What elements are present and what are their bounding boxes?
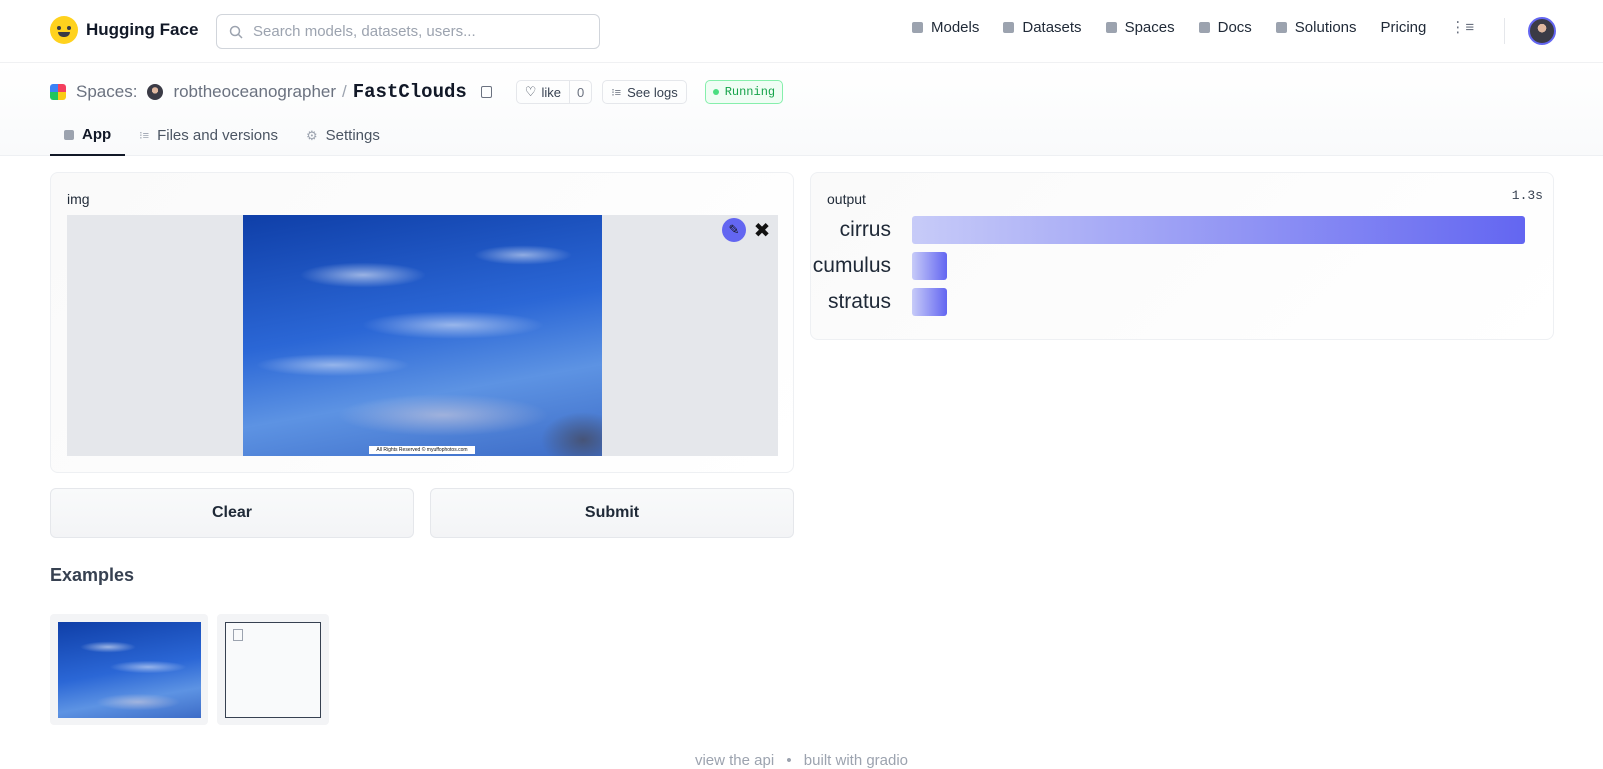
result-row: cirrus <box>811 216 1531 244</box>
footer-separator: • <box>786 752 792 769</box>
nav-solutions[interactable]: Solutions <box>1275 18 1357 36</box>
status-dot-icon <box>712 89 719 95</box>
briefcase-icon <box>1275 21 1287 33</box>
pencil-icon: ✎ <box>728 222 740 237</box>
doc-icon <box>1198 21 1210 33</box>
close-icon: ✖ <box>753 219 771 242</box>
nav-spaces-label: Spaces <box>1124 18 1175 36</box>
tab-app-label: App <box>82 126 112 143</box>
result-label: cirrus <box>839 218 891 241</box>
image-dropzone[interactable]: All Rights Reserved © myuffophotos.com <box>67 215 778 456</box>
nav-pricing-label: Pricing <box>1380 18 1427 36</box>
nav-solutions-label: Solutions <box>1294 18 1357 36</box>
confidence-bar <box>912 288 947 316</box>
see-logs-label: See logs <box>627 84 678 100</box>
top-navbar: Hugging Face Models Datasets Spaces Docs… <box>0 0 1603 63</box>
edit-image-button[interactable]: ✎ <box>722 218 746 242</box>
tab-settings[interactable]: ⚙ Settings <box>292 115 394 156</box>
like-button[interactable]: ♡ like 0 <box>515 80 593 104</box>
nav-datasets[interactable]: Datasets <box>1003 18 1082 36</box>
heart-icon: ♡ <box>524 84 537 99</box>
nav-divider <box>1504 18 1505 44</box>
space-tabs: App ⁝≡ Files and versions ⚙ Settings <box>50 115 394 156</box>
nav-docs-label: Docs <box>1217 18 1252 36</box>
spaces-label: Spaces: <box>76 82 138 101</box>
tab-files-label: Files and versions <box>157 127 278 144</box>
search-box[interactable] <box>216 14 600 49</box>
tab-app[interactable]: App <box>50 115 126 156</box>
owner-avatar <box>147 84 164 100</box>
search-icon <box>229 25 243 39</box>
example-item[interactable] <box>217 614 329 725</box>
files-icon: ⁝≡ <box>139 130 150 142</box>
space-header: Spaces: robtheoceanographer / FastClouds… <box>0 63 1603 156</box>
nav-links: Models Datasets Spaces Docs Solutions Pr… <box>912 18 1474 36</box>
confidence-track <box>912 252 1525 280</box>
status-badge: Running <box>704 80 784 104</box>
example-item[interactable] <box>50 614 208 725</box>
hugging-face-logo-icon <box>50 16 78 44</box>
nav-datasets-label: Datasets <box>1022 18 1082 36</box>
example-thumbnail <box>58 622 201 718</box>
nav-docs[interactable]: Docs <box>1198 18 1252 36</box>
examples-title: Examples <box>50 565 135 585</box>
see-logs-button[interactable]: ⁝≡ See logs <box>602 80 687 104</box>
spaces-icon <box>50 84 66 100</box>
confidence-track <box>912 216 1525 244</box>
nav-pricing[interactable]: Pricing <box>1381 19 1427 36</box>
grid-icon <box>1105 21 1117 33</box>
view-api-link[interactable]: view the api <box>695 752 774 769</box>
cube-icon <box>64 129 74 140</box>
clear-button[interactable]: Clear <box>50 488 414 538</box>
broken-image-icon <box>233 629 243 641</box>
result-label: cumulus <box>812 254 891 277</box>
remove-image-button[interactable]: ✖ <box>750 218 774 242</box>
nav-models[interactable]: Models <box>912 19 979 36</box>
brand-name: Hugging Face <box>86 20 199 39</box>
gear-icon: ⚙ <box>305 127 318 143</box>
space-title-row: Spaces: robtheoceanographer / FastClouds… <box>50 79 784 105</box>
menu-icon[interactable]: ⋮≡ <box>1450 18 1474 36</box>
result-row: stratus <box>811 288 1531 316</box>
result-label: stratus <box>827 290 891 313</box>
confidence-track <box>912 288 1525 316</box>
uploaded-cloud-image: All Rights Reserved © myuffophotos.com <box>243 215 602 456</box>
like-label: like <box>541 84 561 100</box>
cube-icon <box>912 21 923 33</box>
logs-icon: ⁝≡ <box>611 86 622 99</box>
example-thumbnail <box>225 622 321 718</box>
inference-timer: 1.3s <box>1511 188 1543 203</box>
tab-files[interactable]: ⁝≡ Files and versions <box>125 115 292 156</box>
confidence-bar <box>912 216 1525 244</box>
space-name[interactable]: FastClouds <box>353 81 467 103</box>
tab-settings-label: Settings <box>325 127 380 144</box>
brand-link[interactable]: Hugging Face <box>50 16 198 44</box>
built-with-gradio-link[interactable]: built with gradio <box>804 752 908 769</box>
status-label: Running <box>724 85 776 99</box>
image-input-label: img <box>67 191 90 207</box>
path-separator: / <box>342 82 347 101</box>
submit-button[interactable]: Submit <box>430 488 794 538</box>
image-input-panel: img All Rights Reserved © myuffophotos.c… <box>50 172 794 473</box>
image-watermark: All Rights Reserved © myuffophotos.com <box>369 446 475 454</box>
confidence-bar <box>912 252 947 280</box>
like-count: 0 <box>568 81 591 103</box>
copy-icon[interactable] <box>480 86 492 98</box>
search-input[interactable] <box>253 23 573 40</box>
owner-link[interactable]: robtheoceanographer <box>173 82 336 102</box>
result-row: cumulus <box>811 252 1531 280</box>
nav-models-label: Models <box>931 18 980 36</box>
nav-spaces[interactable]: Spaces <box>1105 18 1175 36</box>
database-icon <box>1003 21 1015 33</box>
output-label: output <box>827 191 866 207</box>
footer: view the api • built with gradio <box>0 752 1603 769</box>
user-avatar[interactable] <box>1528 17 1556 45</box>
output-panel: output 1.3s cirrus cumulus stratus <box>810 172 1554 340</box>
